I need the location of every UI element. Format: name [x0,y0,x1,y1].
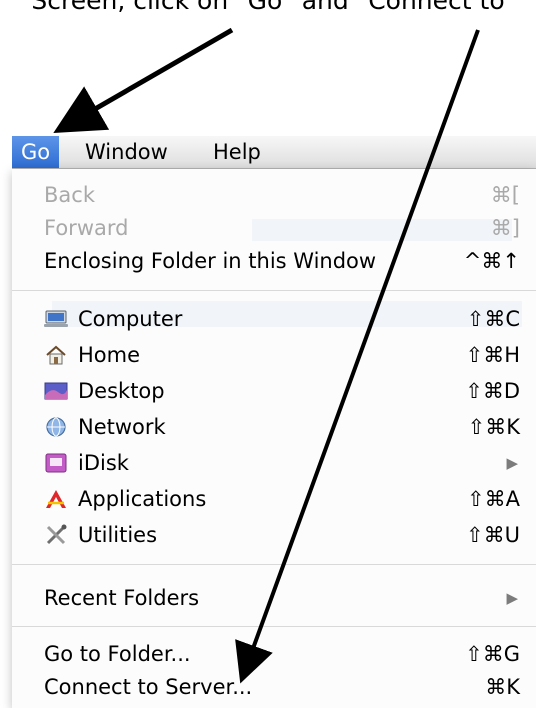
submenu-arrow-icon: ▶ [506,589,518,607]
menu-separator [12,290,536,291]
menu-item-back[interactable]: Back ⌘[ [12,177,536,213]
menu-item-label: Network [78,415,166,439]
menu-item-go-to-folder[interactable]: Go to Folder... ⇧⌘G [12,636,536,672]
menu-item-computer[interactable]: Computer ⇧⌘C [12,301,536,337]
shortcut-label: ⇧⌘G [465,642,520,666]
home-icon [44,344,68,366]
menu-item-home[interactable]: Home ⇧⌘H [12,337,536,373]
network-icon [44,416,68,438]
applications-icon [44,488,68,510]
menu-item-connect-to-server[interactable]: Connect to Server... ⌘K [12,669,536,705]
menu-item-label: Desktop [78,379,165,403]
menu-item-label: Connect to Server... [44,675,253,699]
menu-separator [12,564,536,565]
utilities-icon [44,524,68,546]
shortcut-label: ⇧⌘H [465,343,520,367]
menu-item-utilities[interactable]: Utilities ⇧⌘U [12,517,536,553]
shortcut-label: ⇧⌘D [465,379,520,403]
shortcut-label: ⌘[ [490,183,520,207]
menu-go[interactable]: Go [12,136,60,168]
shortcut-label: ⌘] [490,216,520,240]
shortcut-label: ⌘K [485,675,520,699]
menu-item-label: Enclosing Folder in this Window [44,249,377,273]
shortcut-label: ⇧⌘U [466,523,520,547]
computer-icon [44,308,68,330]
shortcut-label: ⇧⌘C [466,307,520,331]
menu-item-forward[interactable]: Forward ⌘] [12,210,536,246]
shortcut-label: ^⌘↑ [463,249,520,273]
arrow-to-go-menu [53,27,234,133]
menu-item-label: Utilities [78,523,158,547]
menu-item-label: Home [78,343,141,367]
menu-window[interactable]: Window [76,136,177,168]
menu-item-desktop[interactable]: Desktop ⇧⌘D [12,373,536,409]
menu-bar: Go Window Help [12,136,536,169]
menu-item-idisk[interactable]: iDisk ▶ [12,445,536,481]
desktop-icon [44,380,68,402]
menu-item-label: Recent Folders [44,586,200,610]
menu-item-enclosing-folder[interactable]: Enclosing Folder in this Window ^⌘↑ [12,243,536,279]
go-menu-dropdown: Back ⌘[ Forward ⌘] Enclosing Folder in t… [12,169,536,708]
shortcut-label: ⇧⌘A [467,487,520,511]
menu-item-label: Back [44,183,95,207]
instruction-text: Screen, click on "Go" and "Connect to [31,0,505,15]
shortcut-label: ⇧⌘K [467,415,520,439]
submenu-arrow-icon: ▶ [506,454,518,472]
menu-item-network[interactable]: Network ⇧⌘K [12,409,536,445]
menu-item-recent-folders[interactable]: Recent Folders ▶ [12,580,536,616]
idisk-icon [44,452,68,474]
menu-item-label: Applications [78,487,207,511]
menu-separator [12,626,536,627]
menu-item-label: Go to Folder... [44,642,191,666]
menu-help[interactable]: Help [204,136,270,168]
menu-item-applications[interactable]: Applications ⇧⌘A [12,481,536,517]
menu-item-label: Forward [44,216,129,240]
menu-item-label: iDisk [78,451,129,475]
menu-item-label: Computer [78,307,183,331]
